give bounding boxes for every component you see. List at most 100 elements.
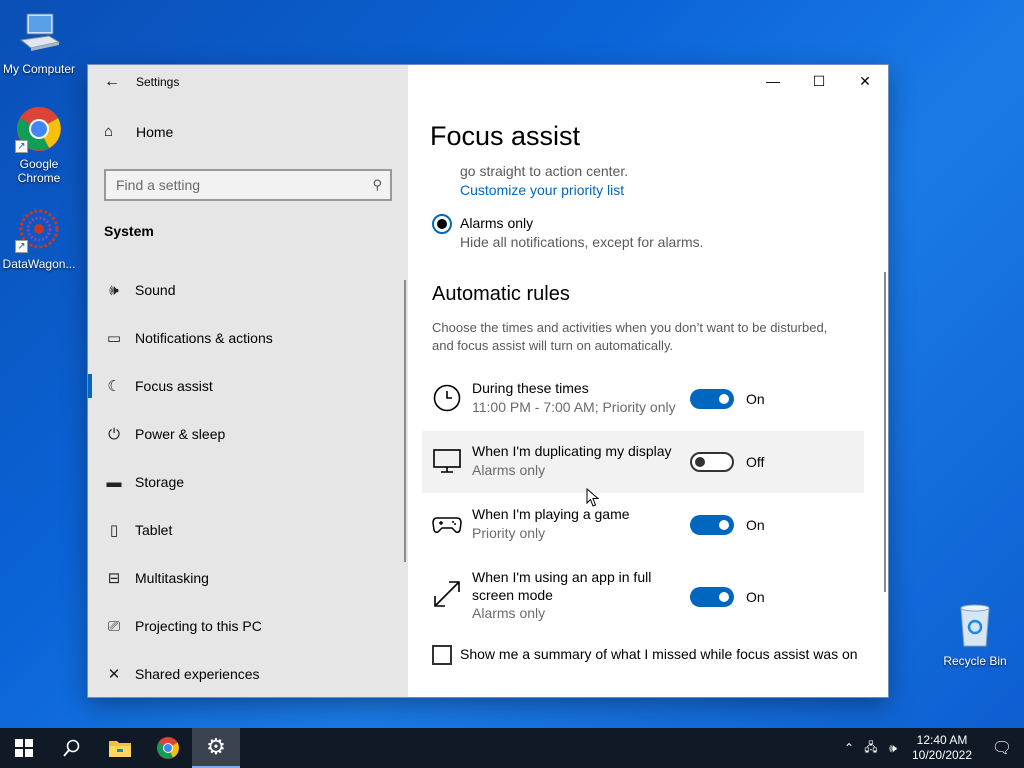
- alarms-only-description: Hide all notifications, except for alarm…: [460, 234, 704, 250]
- sidebar-nav: 🕪 Sound ▭ Notifications & actions ☾ Focu…: [88, 266, 408, 697]
- caption-buttons: — ☐ ✕: [750, 65, 888, 97]
- mouse-cursor-icon: [586, 488, 600, 507]
- desktop-icon-recycle-bin[interactable]: Recycle Bin: [937, 602, 1013, 668]
- back-button[interactable]: ←: [88, 65, 136, 99]
- priority-description: go straight to action center.: [460, 163, 629, 179]
- sidebar-item-label: Focus assist: [135, 378, 213, 394]
- search-icon: ⚲: [372, 177, 382, 192]
- settings-window: ← Settings ⌂ Home Find a setting ⚲ Syste…: [88, 65, 888, 697]
- volume-icon[interactable]: 🕪: [882, 741, 904, 756]
- search-input[interactable]: Find a setting ⚲: [104, 169, 392, 201]
- customize-priority-link[interactable]: Customize your priority list: [460, 182, 624, 198]
- sidebar-item-notifications[interactable]: ▭ Notifications & actions: [88, 314, 408, 362]
- start-button[interactable]: [0, 728, 48, 768]
- title-bar: ← Settings: [88, 65, 408, 99]
- gamepad-icon: [432, 517, 462, 533]
- sidebar-item-power-sleep[interactable]: ⏻ Power & sleep: [88, 410, 408, 458]
- home-nav-item[interactable]: ⌂ Home: [104, 123, 173, 140]
- sidebar-item-shared-experiences[interactable]: ✕ Shared experiences: [88, 650, 408, 697]
- taskbar-file-explorer[interactable]: [96, 728, 144, 768]
- duplicating-display-toggle[interactable]: [690, 452, 734, 472]
- alarms-only-label: Alarms only: [460, 215, 534, 231]
- minimize-icon: —: [766, 73, 780, 89]
- automatic-rules-description-line2: and focus assist will turn on automatica…: [432, 338, 674, 353]
- playing-game-toggle[interactable]: [690, 515, 734, 535]
- recycle-bin-icon: [951, 602, 999, 650]
- content-scrollbar[interactable]: [884, 272, 886, 592]
- sidebar-item-storage[interactable]: ▬ Storage: [88, 458, 408, 506]
- rule-title-line2: screen mode: [472, 587, 553, 603]
- toggle-state-label: On: [746, 391, 765, 407]
- home-label: Home: [136, 123, 174, 140]
- rule-subtitle: Alarms only: [472, 462, 546, 478]
- rule-subtitle: Alarms only: [472, 605, 546, 621]
- sidebar-item-label: Storage: [135, 474, 185, 490]
- minimize-button[interactable]: —: [750, 65, 796, 97]
- monitor-icon: [433, 449, 461, 473]
- rule-title: When I'm duplicating my display: [472, 443, 672, 459]
- sidebar-item-label: Projecting to this PC: [135, 618, 262, 634]
- toggle-knob: [719, 520, 729, 530]
- sidebar-scrollbar[interactable]: [404, 280, 406, 562]
- summary-checkbox[interactable]: [432, 645, 452, 665]
- alarms-only-radio[interactable]: [432, 214, 452, 234]
- desktop-icon-label: Recycle Bin: [943, 654, 1007, 668]
- folder-icon: [109, 741, 131, 757]
- toggle-state-label: On: [746, 589, 765, 605]
- maximize-icon: ☐: [812, 72, 826, 89]
- rule-title-line1: When I'm using an app in full: [472, 569, 652, 585]
- toggle-knob: [719, 394, 729, 404]
- section-heading: System: [104, 223, 154, 239]
- clock-icon: [433, 384, 461, 412]
- action-center-icon[interactable]: 🗨: [980, 738, 1024, 758]
- sidebar-item-sound[interactable]: 🕪 Sound: [88, 266, 408, 314]
- gear-icon: ⚙: [206, 734, 226, 759]
- close-button[interactable]: ✕: [842, 65, 888, 97]
- during-these-times-toggle[interactable]: [690, 389, 734, 409]
- rule-full-screen-app[interactable]: When I'm using an app in full screen mod…: [422, 565, 864, 629]
- chevron-up-icon[interactable]: ⌃: [838, 741, 860, 755]
- system-tray: ⌃ 🖧 🕪 12:40 AM 10/20/2022 🗨: [838, 728, 1024, 768]
- full-screen-app-toggle[interactable]: [690, 587, 734, 607]
- desktop-icon-label: DataWagon...: [2, 257, 76, 271]
- desktop-icon-label: Google Chrome: [17, 157, 61, 185]
- sidebar-item-label: Shared experiences: [135, 666, 260, 682]
- windows-logo-icon: [15, 739, 33, 757]
- summary-checkbox-label: Show me a summary of what I missed while…: [460, 646, 858, 662]
- sidebar-item-label: Tablet: [135, 522, 173, 538]
- chrome-icon: ↗: [15, 105, 63, 153]
- desktop-icon-google-chrome[interactable]: ↗ Google Chrome: [1, 105, 77, 185]
- network-icon[interactable]: 🖧: [860, 738, 882, 759]
- sidebar-item-multitasking[interactable]: ⊟ Multitasking: [88, 554, 408, 602]
- rule-during-these-times[interactable]: During these times 11:00 PM - 7:00 AM; P…: [422, 368, 864, 430]
- datawagon-icon: ↗: [15, 205, 63, 253]
- desktop-icon-datawagon[interactable]: ↗ DataWagon...: [1, 205, 77, 271]
- automatic-rules-heading: Automatic rules: [432, 283, 570, 305]
- shortcut-arrow-icon: ↗: [15, 140, 28, 153]
- sidebar-item-focus-assist[interactable]: ☾ Focus assist: [88, 362, 408, 410]
- rule-playing-game[interactable]: When I'm playing a game Priority only On: [422, 494, 864, 556]
- automatic-rules-description-line1: Choose the times and activities when you…: [432, 320, 828, 335]
- sidebar-item-tablet[interactable]: ▯ Tablet: [88, 506, 408, 554]
- taskbar-search-button[interactable]: [48, 728, 96, 768]
- shared-icon: ✕: [107, 666, 121, 683]
- radio-selected-dot: [437, 219, 447, 229]
- speaker-icon: 🕪: [109, 281, 119, 299]
- sidebar-item-projecting[interactable]: ⎚ Projecting to this PC: [88, 602, 408, 650]
- taskbar-settings[interactable]: ⚙: [192, 728, 240, 768]
- taskbar-chrome[interactable]: [144, 728, 192, 768]
- close-icon: ✕: [859, 72, 871, 89]
- rule-duplicating-display[interactable]: When I'm duplicating my display Alarms o…: [422, 431, 864, 493]
- page-title: Focus assist: [430, 121, 581, 151]
- home-icon: ⌂: [104, 123, 114, 140]
- rule-title: When I'm playing a game: [472, 506, 630, 522]
- content-pane: — ☐ ✕ Focus assist go straight to action…: [408, 65, 888, 697]
- clock-time: 12:40 AM: [916, 733, 968, 747]
- chrome-icon: [157, 737, 179, 759]
- maximize-button[interactable]: ☐: [796, 65, 842, 97]
- sidebar-item-label: Power & sleep: [135, 426, 226, 442]
- app-title: Settings: [136, 75, 180, 89]
- clock[interactable]: 12:40 AM 10/20/2022: [904, 733, 980, 763]
- rule-subtitle: Priority only: [472, 525, 546, 541]
- desktop-icon-my-computer[interactable]: My Computer: [1, 10, 77, 76]
